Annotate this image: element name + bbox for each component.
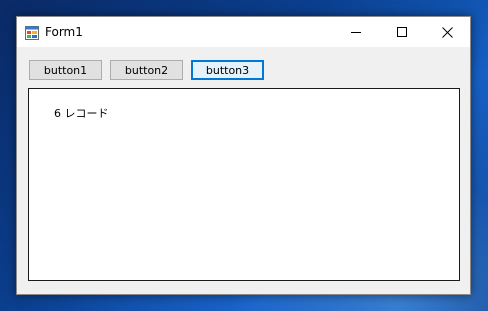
button2[interactable]: button2 [110,60,183,80]
output-text: 6 レコード [53,107,109,120]
close-icon [441,26,453,38]
minimize-icon [351,32,361,33]
window-title: Form1 [45,25,83,39]
button3[interactable]: button3 [191,60,264,80]
button1[interactable]: button1 [29,60,102,80]
maximize-icon [397,27,407,37]
maximize-button[interactable] [379,17,425,47]
form-window: Form1 button1 button2 button3 6 レコード [16,16,471,295]
form-client-area: button1 button2 button3 6 レコード [17,47,470,294]
title-bar[interactable]: Form1 [17,17,470,47]
minimize-button[interactable] [333,17,379,47]
form-app-icon [25,25,39,40]
output-textbox[interactable]: 6 レコード [28,88,460,281]
close-button[interactable] [424,17,470,47]
